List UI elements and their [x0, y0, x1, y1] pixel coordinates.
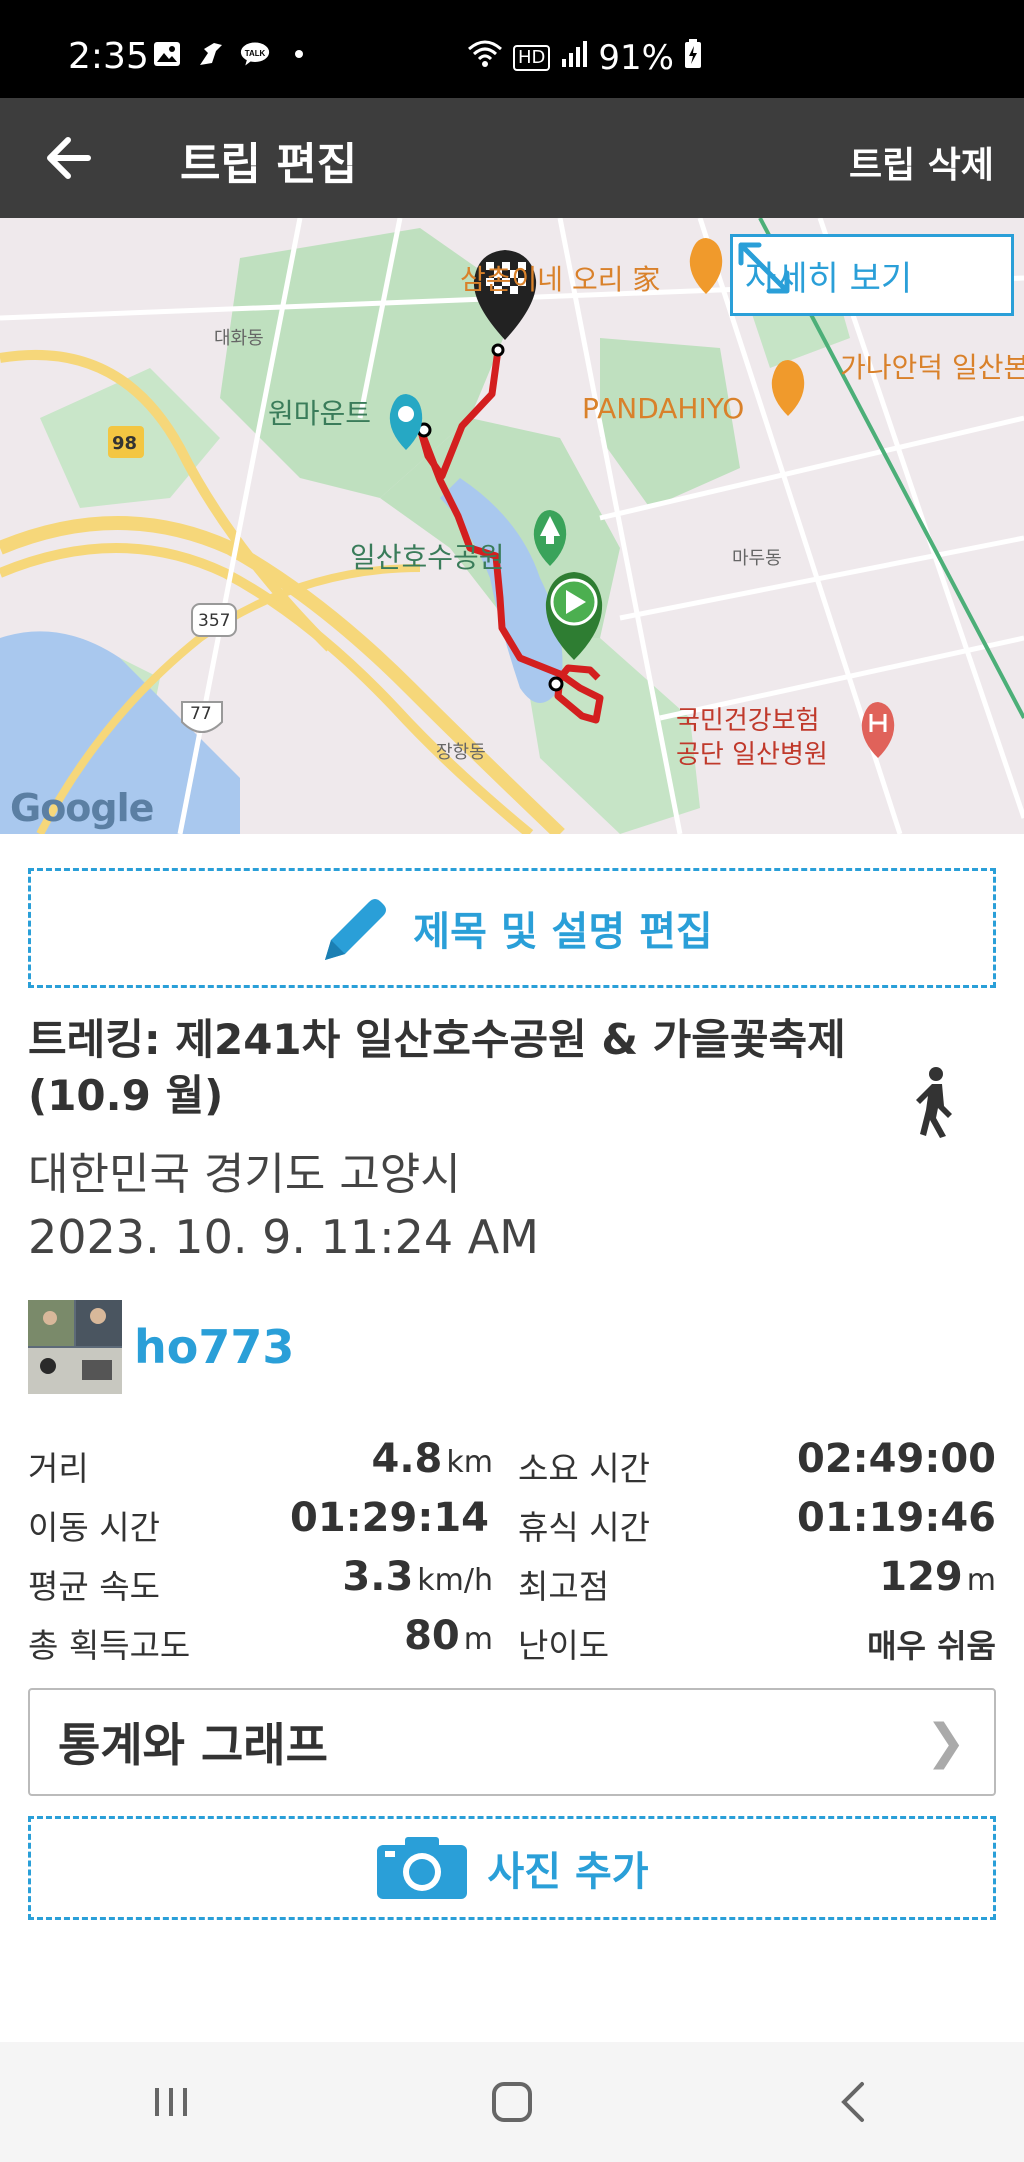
- map-label-park: 일산호수공원: [350, 541, 505, 574]
- stat-label: 이동 시간: [28, 1508, 160, 1547]
- home-button[interactable]: [467, 2072, 557, 2132]
- stat-value: 4.8 km: [371, 1436, 493, 1482]
- map-label-onemount: 원마운트: [268, 397, 372, 430]
- stat-label: 휴식 시간: [518, 1508, 650, 1547]
- stat-label: 거리: [28, 1449, 89, 1488]
- stat-row: 평균 속도 3.3 km/h 최고점 129 m: [28, 1550, 996, 1609]
- walking-icon: [910, 1066, 960, 1140]
- battery-percent: 91%: [598, 38, 674, 78]
- stat-value: 3.3 km/h: [342, 1554, 493, 1600]
- back-button[interactable]: [40, 130, 100, 186]
- map-label-dong2: 마두동: [732, 548, 782, 569]
- road-77-label: 77: [190, 704, 212, 724]
- stat-label: 난이도: [518, 1626, 610, 1665]
- expand-icon: [738, 242, 790, 294]
- google-logo: Google: [10, 786, 154, 830]
- nav-back-button[interactable]: [808, 2072, 898, 2132]
- stat-label: 최고점: [518, 1567, 610, 1606]
- pencil-icon: [325, 899, 387, 960]
- stat-row: 이동 시간 01:29:14 휴식 시간 01:19:46: [28, 1491, 996, 1550]
- gallery-icon: [152, 40, 182, 68]
- map-label-restaurant2: PANDAHIYO: [582, 392, 745, 425]
- system-indicators: HD 91%: [467, 38, 702, 78]
- avatar[interactable]: [28, 1300, 122, 1394]
- page-title: 트립 편집: [180, 139, 358, 190]
- stats-graph-label: 통계와 그래프: [58, 1718, 328, 1772]
- status-time: 2:35: [68, 36, 149, 77]
- chevron-left-icon: [841, 2082, 865, 2122]
- talk-text: TALK: [245, 49, 266, 58]
- stat-row: 총 획득고도 80 m 난이도 매우 쉬움: [28, 1609, 996, 1668]
- trip-title: 트레킹: 제241차 일산호수공원 & 가을꽃축제(10.9 월): [28, 1015, 846, 1120]
- add-photo-button[interactable]: 사진 추가: [28, 1816, 996, 1920]
- road-357-label: 357: [198, 611, 231, 631]
- edit-title-label: 제목 및 설명 편집: [413, 909, 713, 955]
- username-link[interactable]: ho773: [134, 1320, 294, 1374]
- trip-location: 대한민국 경기도 고양시: [28, 1149, 461, 1200]
- map-detail-button[interactable]: 자세히 보기: [730, 234, 1014, 316]
- app-toolbar: 트립 편집 트립 삭제: [0, 98, 1024, 218]
- dot-icon: [284, 40, 314, 68]
- trip-map[interactable]: 98 357 77 삼촌이네 오리 家 가나안덕 일산본 PANDAHIYO 원…: [0, 218, 1024, 834]
- wifi-icon: [467, 38, 503, 78]
- battery-icon: [684, 38, 702, 78]
- stat-value: 01:29:14: [290, 1495, 489, 1541]
- camera-icon: [377, 1837, 468, 1899]
- recent-apps-button[interactable]: [126, 2072, 216, 2132]
- stats-graph-button[interactable]: 통계와 그래프 ❯: [28, 1688, 996, 1796]
- map-label-dong1: 대화동: [214, 328, 264, 349]
- arrow-left-icon: [47, 137, 91, 179]
- system-nav-bar: [0, 2042, 1024, 2162]
- notification-icons: TALK: [152, 40, 314, 68]
- stat-label: 평균 속도: [28, 1567, 160, 1606]
- stat-label: 소요 시간: [518, 1449, 650, 1488]
- stat-value: 01:19:46: [797, 1495, 996, 1541]
- talk-icon: TALK: [240, 40, 270, 68]
- recents-icon: [154, 2088, 187, 2116]
- signal-icon: [560, 38, 588, 78]
- stat-value: 80 m: [404, 1613, 493, 1659]
- home-icon: [491, 2082, 532, 2122]
- stat-label: 총 획득고도: [28, 1626, 191, 1665]
- status-bar: 2:35 TALK HD 91%: [0, 0, 1024, 98]
- stat-value: 02:49:00: [797, 1436, 996, 1482]
- trip-stats: 거리 4.8 km 소요 시간 02:49:00 이동 시간 01:29:14 휴…: [28, 1432, 996, 1668]
- hospital-pin[interactable]: [861, 702, 895, 758]
- stat-row: 거리 4.8 km 소요 시간 02:49:00: [28, 1432, 996, 1491]
- map-label-dong3: 장항동: [436, 742, 486, 763]
- hd-badge: HD: [513, 45, 551, 71]
- add-photo-label: 사진 추가: [487, 1849, 649, 1895]
- restaurant-pin-2[interactable]: [771, 360, 805, 416]
- restaurant-pin-1[interactable]: [689, 238, 723, 294]
- map-label-restaurant3: 가나안덕 일산본: [840, 351, 1024, 384]
- trip-datetime: 2023. 10. 9. 11:24 AM: [28, 1210, 539, 1264]
- stat-value: 129 m: [879, 1554, 996, 1600]
- map-label-hospital: 국민건강보험 공단 일산병원: [676, 706, 828, 770]
- stat-value: 매우 쉬움: [867, 1627, 996, 1665]
- edit-title-button[interactable]: 제목 및 설명 편집: [28, 868, 996, 988]
- chevron-right-icon: ❯: [925, 1714, 966, 1770]
- delete-trip-button[interactable]: 트립 삭제: [849, 136, 994, 188]
- road-98-label: 98: [112, 433, 138, 454]
- map-label-restaurant1: 삼촌이네 오리 家: [460, 263, 661, 296]
- bird-icon: [196, 40, 226, 68]
